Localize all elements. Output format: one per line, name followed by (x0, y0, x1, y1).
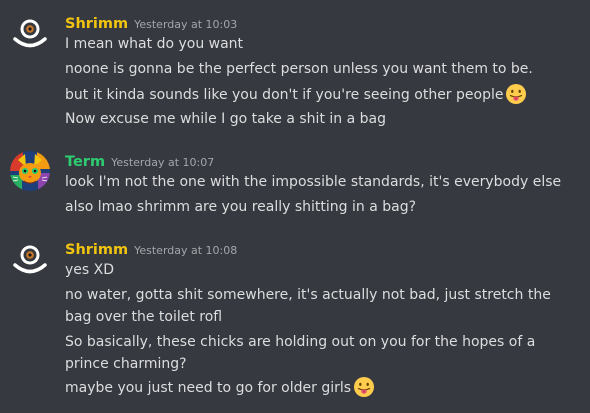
timestamp[interactable]: Yesterday at 10:07 (111, 156, 214, 169)
message-text: look I'm not the one with the impossible… (65, 174, 562, 190)
tongue-face-emoji[interactable] (353, 376, 375, 398)
colorful-cat-avatar-icon[interactable] (10, 151, 50, 191)
message-header: Term Yesterday at 10:07 (65, 151, 214, 171)
shrimm-eye-avatar-icon[interactable] (10, 12, 50, 52)
message-text: yes XD (65, 262, 115, 278)
username[interactable]: Shrimm (65, 16, 128, 32)
message-text: no water, gotta shit somewhere, it's act… (65, 287, 551, 325)
message-line: but it kinda sounds like you don't if yo… (65, 83, 580, 106)
tongue-face-emoji[interactable] (505, 83, 527, 105)
timestamp[interactable]: Yesterday at 10:03 (134, 18, 237, 31)
message-text: Now excuse me while I go take a shit in … (65, 111, 386, 127)
timestamp[interactable]: Yesterday at 10:08 (134, 244, 237, 257)
message-text: maybe you just need to go for older girl… (65, 380, 352, 396)
username[interactable]: Term (65, 154, 105, 170)
username[interactable]: Shrimm (65, 242, 128, 258)
message-line: maybe you just need to go for older girl… (65, 376, 580, 399)
shrimm-eye-avatar-icon[interactable] (10, 238, 50, 278)
message-text: noone is gonna be the perfect person unl… (65, 61, 533, 77)
message-header: Shrimm Yesterday at 10:08 (65, 239, 237, 259)
message-text: So basically, these chicks are holding o… (65, 334, 536, 372)
message-text: I mean what do you want (65, 36, 244, 52)
message-header: Shrimm Yesterday at 10:03 (65, 13, 237, 33)
message-text: also lmao shrimm are you really shitting… (65, 199, 417, 215)
message-text: but it kinda sounds like you don't if yo… (65, 87, 504, 103)
